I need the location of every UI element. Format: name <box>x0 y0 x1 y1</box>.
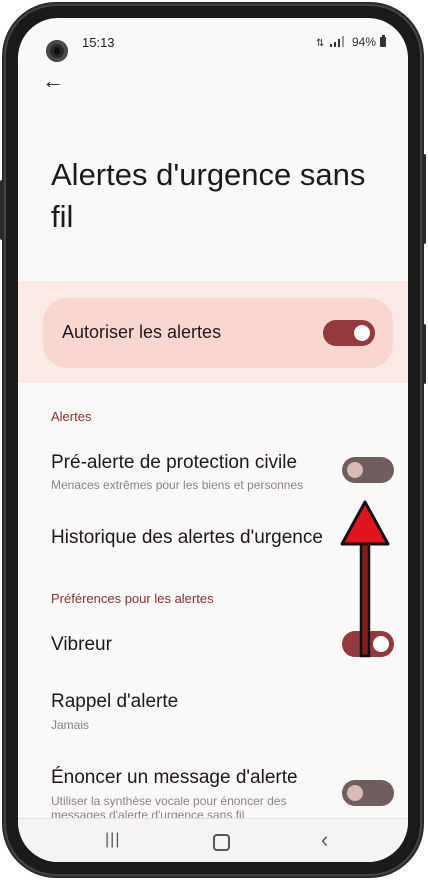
battery-percent: 94% <box>351 35 376 49</box>
status-time: 15:13 <box>82 35 115 50</box>
recents-icon[interactable]: ||| <box>105 831 120 849</box>
alert-history-item[interactable]: Historique des alertes d'urgence <box>51 527 323 549</box>
side-button-left <box>0 180 4 240</box>
civil-protection-toggle[interactable] <box>342 457 394 483</box>
side-button-right-lower <box>422 324 426 384</box>
home-icon[interactable] <box>213 834 230 851</box>
section-heading-alerts: Alertes <box>51 409 92 424</box>
side-button-right-upper <box>422 154 426 244</box>
toggle-knob <box>347 462 363 478</box>
front-camera <box>46 40 68 62</box>
alert-reminder-subtitle: Jamais <box>51 718 90 732</box>
speak-message-toggle[interactable] <box>342 780 394 806</box>
allow-alerts-card[interactable]: Autoriser les alertes <box>43 298 393 368</box>
back-arrow-icon[interactable]: ← <box>42 70 64 92</box>
speak-message-title: Énoncer un message d'alerte <box>51 767 298 788</box>
civil-protection-title: Pré-alerte de protection civile <box>51 452 298 473</box>
navigation-bar: ||| ‹ <box>18 818 408 862</box>
svg-text:⇅: ⇅ <box>316 38 324 48</box>
toggle-knob <box>347 785 363 801</box>
battery-icon <box>380 35 386 47</box>
status-right-group: ⇅ 94% <box>316 35 386 49</box>
allow-alerts-toggle[interactable] <box>323 320 375 346</box>
signal-icons: ⇅ <box>316 36 344 48</box>
section-heading-preferences: Préférences pour les alertes <box>51 591 214 606</box>
screen: 15:13 ⇅ 94% ← Alertes d'urgence sans fil… <box>18 18 408 862</box>
annotation-arrow-icon <box>340 500 390 658</box>
toggle-knob <box>354 325 370 341</box>
phone-frame: 15:13 ⇅ 94% ← Alertes d'urgence sans fil… <box>0 4 426 876</box>
nav-back-icon[interactable]: ‹ <box>321 827 328 853</box>
alert-reminder-title: Rappel d'alerte <box>51 691 179 712</box>
status-bar: 15:13 ⇅ 94% <box>18 18 408 62</box>
civil-protection-subtitle: Menaces extrêmes pour les biens et perso… <box>51 478 304 492</box>
allow-alerts-label: Autoriser les alertes <box>62 322 222 342</box>
page-title: Alertes d'urgence sans fil <box>51 157 366 234</box>
vibration-title: Vibreur <box>51 634 112 655</box>
